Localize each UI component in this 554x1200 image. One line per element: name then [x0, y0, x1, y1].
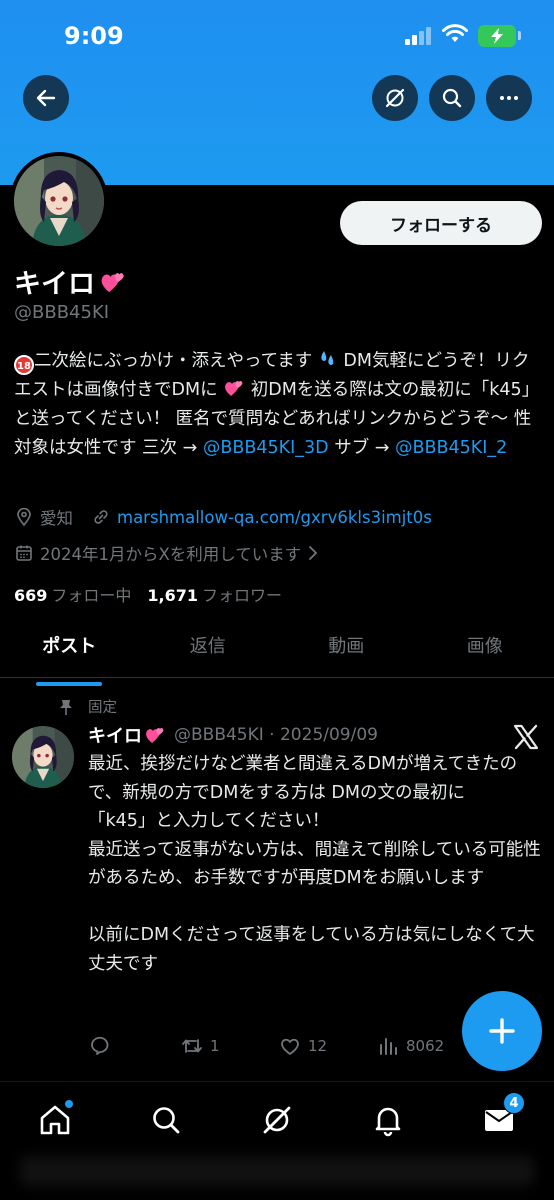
nav-home[interactable] — [37, 1100, 73, 1138]
status-time: 9:09 — [64, 22, 124, 50]
profile-bio: 18 二次絵にぶっかけ・添えやってます DM気軽にどうぞ！リクエストは画像付きでD… — [14, 347, 542, 463]
display-name-text: キイロ — [14, 269, 95, 300]
following-stat[interactable]: 669 フォロー中 — [14, 582, 131, 606]
bottom-navigation: 4 — [0, 1081, 554, 1200]
following-count: 669 — [14, 586, 48, 605]
profile-website-link[interactable]: marshmallow-qa.com/gxrv6kls3imjt0s — [117, 508, 432, 527]
battery-icon — [478, 25, 516, 47]
bio-link-3d-account[interactable]: @BBB45KI_3D — [203, 438, 329, 458]
home-indicator — [20, 1156, 534, 1186]
more-options-button[interactable] — [486, 75, 532, 121]
views-button[interactable]: 8062 — [376, 1034, 444, 1058]
grok-icon — [263, 1106, 291, 1134]
plus-icon — [489, 1018, 515, 1044]
profile-display-name: キイロ — [14, 262, 127, 301]
bio-text-a: 二次絵にぶっかけ・添えやってます — [34, 351, 313, 371]
bell-icon — [375, 1107, 401, 1137]
profile-avatar[interactable] — [10, 152, 108, 250]
profile-location: 愛知 — [40, 509, 73, 528]
two-hearts-emoji-icon — [225, 381, 243, 396]
home-unread-dot — [65, 1100, 73, 1108]
search-button[interactable] — [429, 75, 475, 121]
post-author-avatar[interactable] — [12, 726, 74, 788]
post-body-text: 最近、挨拶だけなど業者と間違えるDMが増えてきたので、新規の方でDMをする方は … — [88, 754, 541, 974]
profile-tabs: ポスト 返信 動画 画像 — [0, 626, 554, 678]
nav-messages[interactable]: 4 — [481, 1092, 525, 1138]
tab-posts[interactable]: ポスト — [0, 626, 139, 677]
nav-grok[interactable] — [259, 1102, 295, 1138]
location-pin-icon — [17, 507, 31, 527]
no-under-18-icon: 18 — [14, 355, 34, 375]
profile-joined-date: 2024年1月からXを利用しています — [40, 545, 302, 564]
reply-icon — [91, 1036, 109, 1055]
profile-location-website-row: 愛知 marshmallow-qa.com/gxrv6kls3imjt0s — [14, 505, 432, 529]
sweat-droplets-emoji-icon — [321, 351, 334, 365]
post-header: キイロ @BBB45KI · 2025/09/09 — [88, 722, 378, 748]
x-logo-icon — [513, 724, 539, 750]
followers-label: フォロワー — [202, 586, 283, 605]
tab-replies[interactable]: 返信 — [139, 626, 278, 677]
following-label: フォロー中 — [51, 586, 132, 605]
followers-stat[interactable]: 1,671 フォロワー — [147, 582, 282, 606]
repost-icon — [182, 1039, 202, 1053]
more-horizontal-icon — [500, 96, 518, 100]
profile-joined-row[interactable]: 2024年1月からXを利用しています — [14, 541, 321, 565]
bar-chart-icon — [380, 1038, 397, 1055]
bio-text-d: サブ → — [328, 438, 395, 458]
repost-count: 1 — [210, 1037, 220, 1055]
nav-search[interactable] — [148, 1102, 184, 1138]
nav-notifications[interactable] — [370, 1102, 406, 1138]
search-icon — [153, 1107, 180, 1134]
reply-button[interactable] — [88, 1034, 112, 1058]
arrow-left-icon — [36, 89, 56, 107]
repost-button[interactable]: 1 — [180, 1034, 220, 1058]
back-button[interactable] — [23, 75, 69, 121]
post-handle-date: @BBB45KI · 2025/09/09 — [174, 725, 378, 745]
pinned-indicator: 固定 — [58, 696, 117, 717]
cellular-signal-icon — [405, 27, 433, 45]
pinned-label: 固定 — [88, 700, 117, 716]
battery-cap — [518, 31, 521, 40]
follow-button[interactable]: フォローする — [340, 201, 542, 245]
heart-icon — [281, 1038, 299, 1055]
tab-videos[interactable]: 動画 — [277, 626, 416, 677]
two-hearts-emoji-icon — [101, 272, 124, 292]
pin-icon — [60, 699, 72, 715]
followers-count: 1,671 — [147, 586, 199, 605]
tab-images[interactable]: 画像 — [416, 626, 554, 677]
link-icon — [94, 510, 108, 524]
grok-icon — [385, 88, 405, 108]
like-button[interactable]: 12 — [278, 1034, 327, 1058]
messages-badge: 4 — [503, 1092, 525, 1114]
compose-post-button[interactable] — [462, 991, 542, 1071]
post-author-name[interactable]: キイロ — [88, 722, 142, 748]
follow-stats: 669 フォロー中 1,671 フォロワー — [14, 582, 282, 606]
grok-button[interactable] — [372, 75, 418, 121]
like-count: 12 — [308, 1037, 328, 1055]
two-hearts-emoji-icon — [146, 728, 164, 743]
profile-handle: @BBB45KI — [14, 302, 110, 323]
bio-link-sub-account[interactable]: @BBB45KI_2 — [395, 438, 507, 458]
chevron-right-icon — [309, 546, 318, 560]
search-icon — [442, 88, 462, 108]
wifi-icon — [442, 24, 468, 42]
calendar-icon — [16, 545, 32, 561]
views-count: 8062 — [406, 1037, 445, 1055]
